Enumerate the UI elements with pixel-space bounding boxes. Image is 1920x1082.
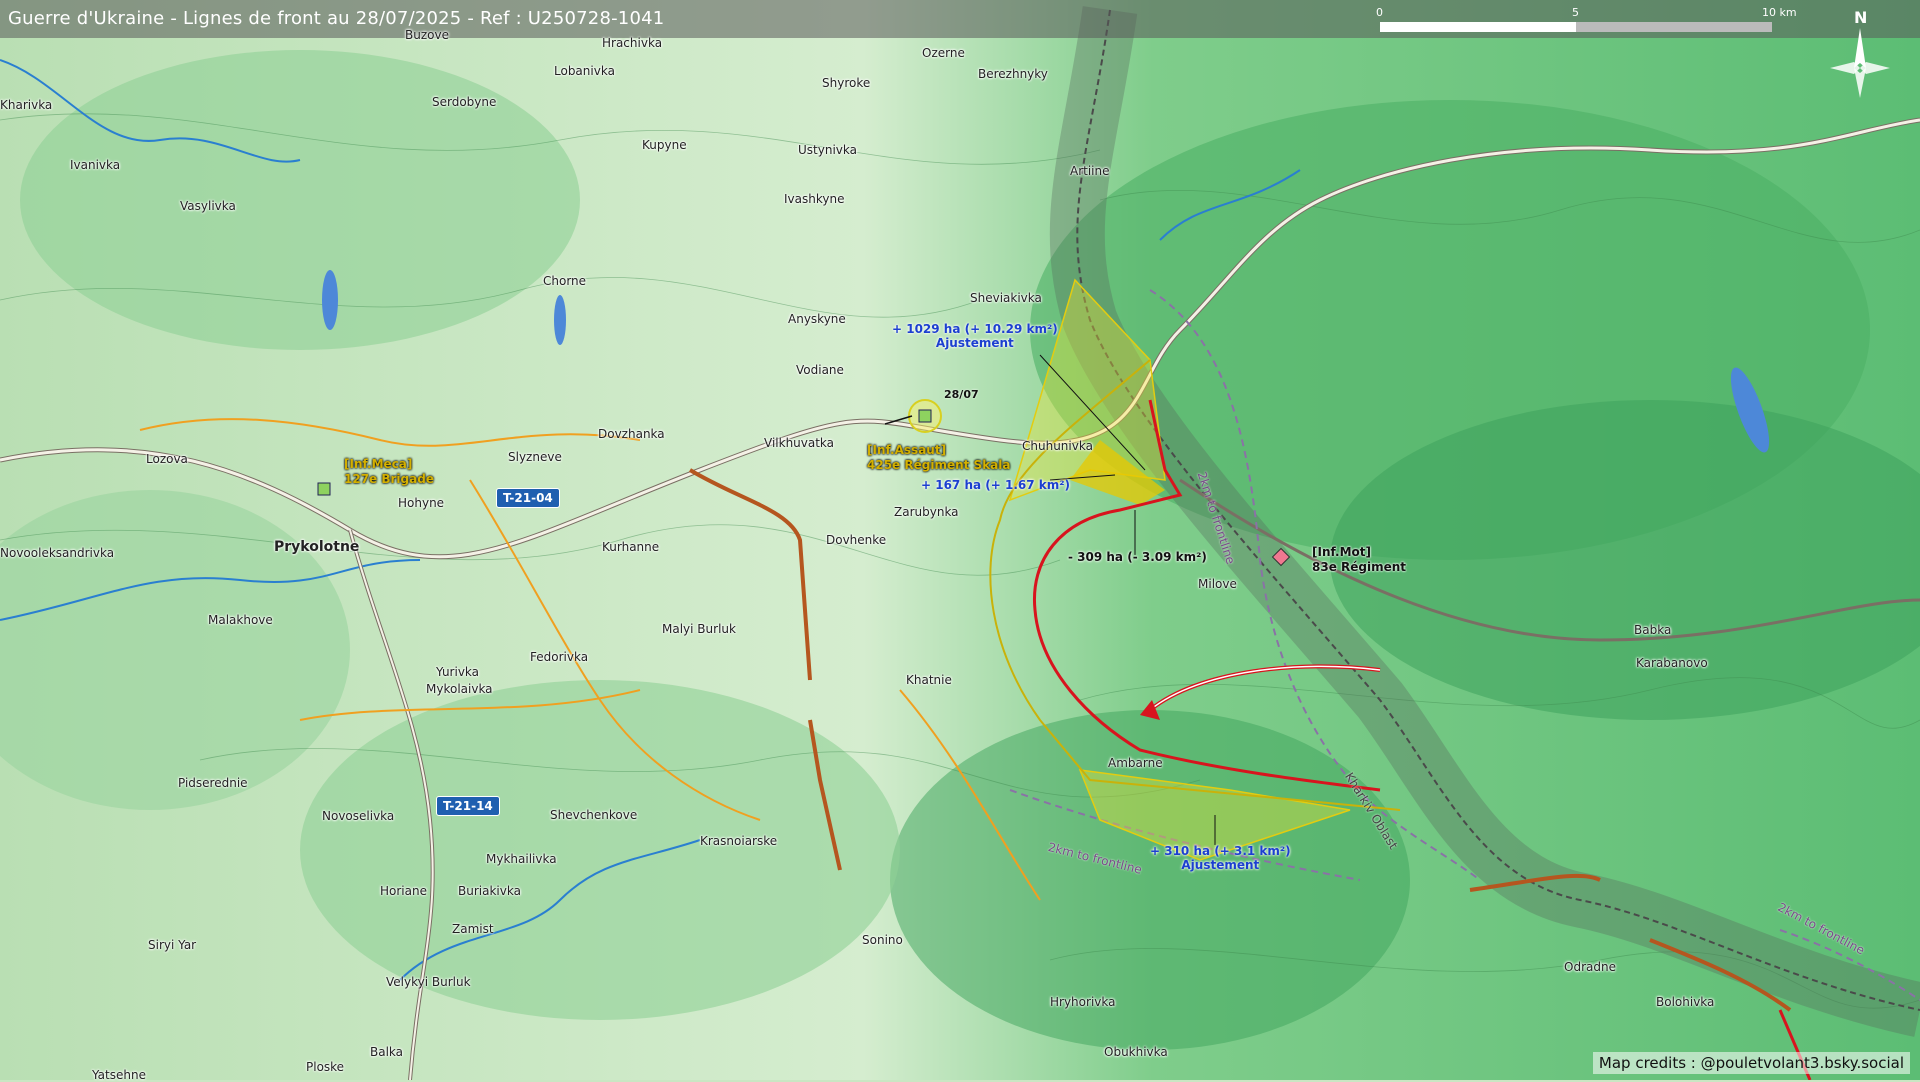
scale-bar-segment: [1576, 22, 1772, 32]
place-label: Chorne: [543, 274, 587, 288]
place-label: Lobanivka: [554, 64, 615, 78]
place-label: Kurhanne: [602, 540, 660, 554]
place-label: Anyskyne: [788, 312, 846, 326]
place-label: Hryhorivka: [1050, 995, 1116, 1009]
place-label: Babka: [1634, 623, 1672, 637]
scale-label-mid: 5: [1572, 6, 1579, 19]
place-label: Odradne: [1564, 960, 1616, 974]
annotation-loss: - 309 ha (- 3.09 km²): [1068, 550, 1207, 564]
place-label: Fedorivka: [530, 650, 589, 664]
place-label: Hohyne: [398, 496, 445, 510]
road-shield: T-21-04: [496, 488, 560, 508]
place-label: Buriakivka: [458, 884, 521, 898]
place-label: Novoselivka: [322, 809, 395, 823]
place-label: Karabanovo: [1636, 656, 1708, 670]
place-label: Yurivka: [436, 665, 480, 679]
place-label: Ozerne: [922, 46, 965, 60]
place-label: Kupyne: [642, 138, 687, 152]
place-label: Pidserednie: [178, 776, 248, 790]
annotation-gain-south: + 310 ha (+ 3.1 km²) Ajustement: [1150, 844, 1291, 872]
place-label: Velykyi Burluk: [386, 975, 471, 989]
place-label: Ivashkyne: [784, 192, 845, 206]
place-label: Vasylivka: [180, 199, 236, 213]
place-label: Zarubynka: [894, 505, 959, 519]
place-label: Krasnoiarske: [700, 834, 778, 848]
unit-label-meca-type: [Inf.Meca]: [344, 457, 413, 471]
place-label: Serdobyne: [432, 95, 497, 109]
place-label: Kharivka: [0, 98, 53, 112]
map-credits: Map credits : @pouletvolant3.bsky.social: [1592, 1052, 1910, 1074]
unit-label-meca-name: 127e Brigade: [344, 472, 434, 486]
scale-label-zero: 0: [1376, 6, 1383, 19]
place-label: Khatnie: [906, 673, 952, 687]
place-label: Dovhenke: [826, 533, 887, 547]
place-label: Lozova: [146, 452, 188, 466]
place-label: Ambarne: [1108, 756, 1163, 770]
scale-label-max: 10 km: [1762, 6, 1797, 19]
unit-label-mot-type: [Inf.Mot]: [1312, 545, 1372, 559]
place-label: Prykolotne: [274, 539, 360, 555]
place-label: Dovzhanka: [598, 427, 665, 441]
place-label: Artiine: [1070, 164, 1110, 178]
unit-label-assault-name: 425e Régiment Skala: [867, 458, 1011, 472]
place-label: Slyzneve: [508, 450, 562, 464]
place-label: Ploske: [306, 1060, 345, 1074]
unit-marker-assault: [918, 409, 932, 423]
annotation-gain-small: + 167 ha (+ 1.67 km²): [921, 478, 1071, 492]
scale-bar: [1380, 22, 1772, 32]
place-label: Shevchenkove: [550, 808, 638, 822]
place-label: Hrachivka: [602, 36, 663, 50]
place-label: Mykhailivka: [486, 852, 557, 866]
unit-label-mot-name: 83e Régiment: [1312, 560, 1407, 574]
unit-label-assault-type: [Inf.Assaut]: [867, 443, 947, 457]
place-label: Berezhnyky: [978, 67, 1048, 81]
north-arrow-icon: N: [1820, 8, 1900, 98]
place-label: Horiane: [380, 884, 427, 898]
unit-marker-meca: [317, 482, 331, 496]
place-label: Sonino: [862, 933, 903, 947]
place-label: Zamist: [452, 922, 494, 936]
place-label: Balka: [370, 1045, 404, 1059]
place-label: Siryi Yar: [148, 938, 197, 952]
place-label: Malyi Burluk: [662, 622, 736, 636]
place-label: Ustynivka: [798, 143, 857, 157]
place-label: Milove: [1198, 577, 1237, 591]
place-label: Shyroke: [822, 76, 871, 90]
unit-date: 28/07: [944, 388, 979, 401]
place-label: Chuhunivka: [1022, 439, 1093, 453]
place-label: Bolohivka: [1656, 995, 1715, 1009]
place-label: Ivanivka: [70, 158, 121, 172]
place-label: Vilkhuvatka: [764, 436, 835, 450]
place-label: Vodiane: [796, 363, 844, 377]
map-title: Guerre d'Ukraine - Lignes de front au 28…: [8, 8, 665, 29]
annotation-line: + 1029 ha (+ 10.29 km²): [892, 322, 1058, 336]
annotation-line: Ajustement: [935, 336, 1014, 350]
place-label: Buzove: [405, 28, 449, 42]
place-label: Mykolaivka: [426, 682, 493, 696]
place-label: Obukhivka: [1104, 1045, 1168, 1059]
place-label: Sheviakivka: [970, 291, 1042, 305]
annotation-line: + 310 ha (+ 3.1 km²): [1150, 844, 1291, 858]
annotation-gain-north: + 1029 ha (+ 10.29 km²) Ajustement: [892, 322, 1058, 350]
road-shield: T-21-14: [436, 796, 500, 816]
annotation-line: Ajustement: [1181, 858, 1260, 872]
north-label: N: [1854, 8, 1868, 27]
place-label: Novooleksandrivka: [0, 546, 115, 560]
place-label: Malakhove: [208, 613, 273, 627]
